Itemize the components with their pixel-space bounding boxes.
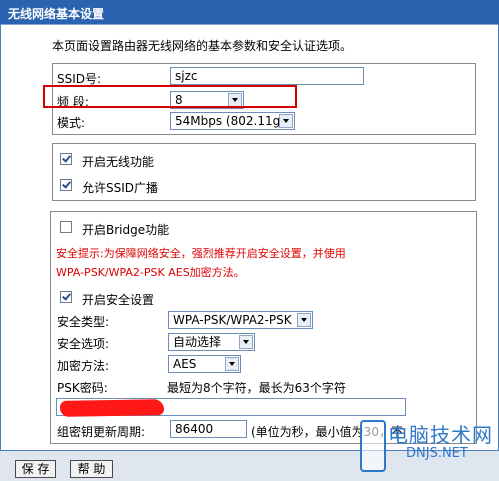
encryption-value: AES <box>173 357 197 371</box>
enable-security-checkbox[interactable] <box>60 291 72 303</box>
enable-wireless-label: 开启无线功能 <box>82 155 155 169</box>
chevron-down-icon[interactable] <box>279 114 293 128</box>
enable-wireless-checkbox[interactable] <box>60 153 72 165</box>
page-description: 本页面设置路由器无线网络的基本参数和安全认证选项。 <box>52 39 353 53</box>
psk-hint: 最短为8个字符，最长为63个字符 <box>167 381 346 395</box>
mode-label: 模式: <box>57 116 86 130</box>
mode-value: 54Mbps (802.11g) <box>175 114 285 128</box>
watermark-logo-icon <box>360 420 386 472</box>
title-bar: 无线网络基本设置 <box>0 0 499 25</box>
chevron-down-icon[interactable] <box>239 335 253 349</box>
chevron-down-icon[interactable] <box>297 313 311 327</box>
security-warning-line2: WPA-PSK/WPA2-PSK AES加密方法。 <box>56 266 245 279</box>
rekey-period-label: 组密钥更新周期: <box>57 425 146 439</box>
save-button[interactable]: 保 存 <box>15 460 56 478</box>
ssid-broadcast-label: 允许SSID广播 <box>82 181 159 195</box>
watermark-url: DNJS.NET <box>406 446 468 461</box>
ssid-broadcast-checkbox[interactable] <box>60 179 72 191</box>
watermark-title: 电脑技术网 <box>388 423 493 447</box>
security-option-value: 自动选择 <box>173 335 222 349</box>
security-type-label: 安全类型: <box>57 315 110 329</box>
security-type-value: WPA-PSK/WPA2-PSK <box>173 313 292 327</box>
help-button[interactable]: 帮 助 <box>70 460 113 478</box>
enable-security-label: 开启安全设置 <box>82 293 155 307</box>
security-option-select[interactable]: 自动选择 <box>168 333 255 351</box>
channel-highlight-box <box>43 85 297 108</box>
ssid-input[interactable] <box>170 67 364 85</box>
enable-bridge-checkbox[interactable] <box>60 221 72 233</box>
rekey-period-input[interactable] <box>170 420 247 438</box>
mode-select[interactable]: 54Mbps (802.11g) <box>170 112 295 130</box>
encryption-select[interactable]: AES <box>168 355 241 373</box>
psk-label: PSK密码: <box>57 381 108 395</box>
encryption-label: 加密方法: <box>57 359 110 373</box>
chevron-down-icon[interactable] <box>225 357 239 371</box>
security-option-label: 安全选项: <box>57 337 110 351</box>
security-warning-line1: 安全提示:为保障网络安全，强烈推荐开启安全设置，并使用 <box>56 247 346 260</box>
enable-bridge-label: 开启Bridge功能 <box>82 223 170 237</box>
redacted-password-scribble <box>59 399 165 417</box>
page-title: 无线网络基本设置 <box>8 7 105 21</box>
security-type-select[interactable]: WPA-PSK/WPA2-PSK <box>168 311 313 329</box>
